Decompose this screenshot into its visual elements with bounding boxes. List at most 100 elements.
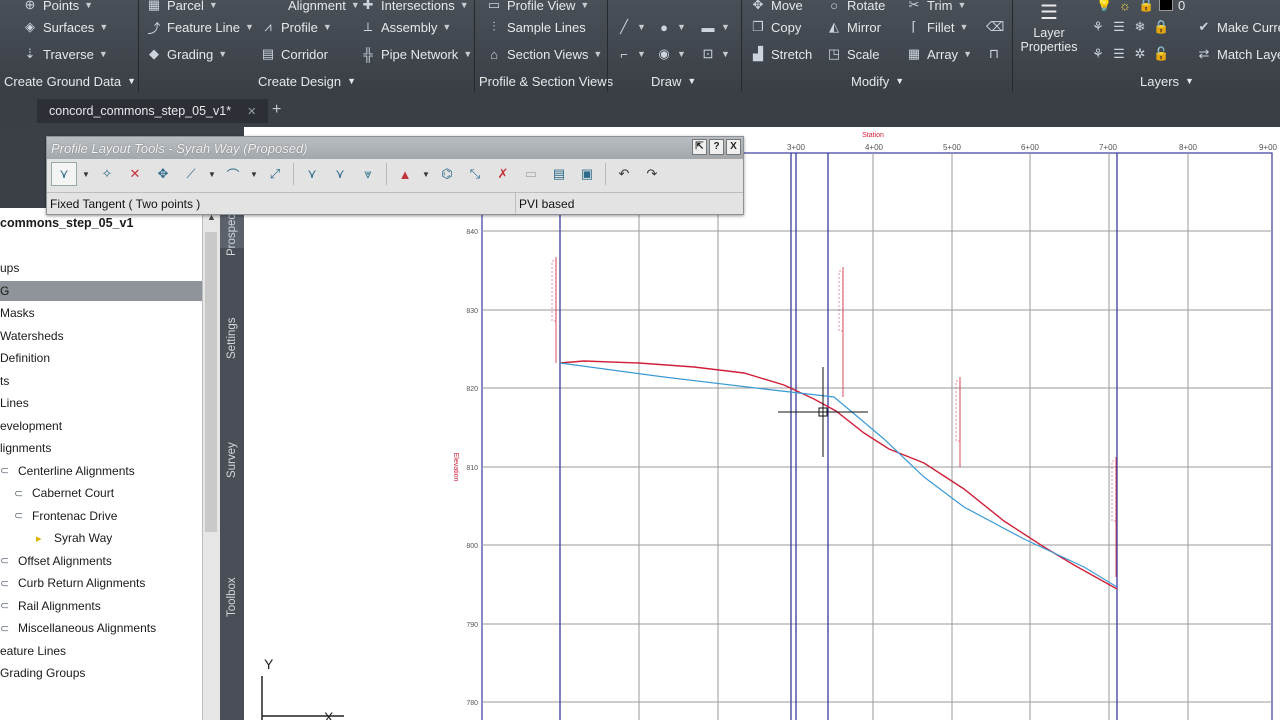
traverse-button[interactable]: ⇣ Traverse ▼ (22, 43, 108, 65)
redo-icon[interactable]: ↷ (640, 163, 664, 185)
pipe-network-button[interactable]: ╬ Pipe Network ▼ (360, 43, 472, 65)
raise-lower-pvis-icon[interactable]: ▲ (393, 163, 417, 185)
tree-item[interactable]: eature Lines (0, 641, 66, 661)
pvi-mode-status[interactable]: PVI based (516, 192, 743, 214)
chevron-down-icon[interactable]: ▼ (249, 163, 259, 185)
layer-properties-button[interactable]: ☰ Layer Properties (1018, 0, 1080, 66)
sample-lines-button[interactable]: ⫶ Sample Lines (486, 16, 585, 38)
match-layer-button[interactable]: ⇄ Match Laye (1196, 43, 1280, 65)
chevron-down-icon[interactable]: ▼ (421, 163, 431, 185)
scroll-thumb[interactable] (205, 232, 217, 532)
profile-grid-view-icon[interactable]: ⤡ (463, 163, 487, 185)
fixed-tangent-icon[interactable]: ⟋ (179, 163, 203, 185)
tree-scrollbar[interactable]: ▲ (202, 208, 220, 720)
layer-isolate-icon[interactable]: ⚘ (1090, 19, 1106, 35)
drawing-title[interactable]: commons_step_05_v1 (0, 213, 133, 233)
array-button[interactable]: ▦ Array ▼ (906, 43, 972, 65)
tree-item[interactable]: ▸ Syrah Way (0, 528, 112, 548)
tree-item[interactable]: Masks (0, 303, 35, 323)
tree-item[interactable]: Grading Groups (0, 663, 85, 683)
fixed-vertical-curve-icon[interactable]: ⌒ (221, 163, 245, 185)
draw-tangents-icon[interactable]: ⋎ (51, 162, 77, 186)
document-tab[interactable]: concord_commons_step_05_v1* ✕ (37, 99, 269, 123)
tree-item[interactable]: ups (0, 258, 19, 278)
modify-panel[interactable]: Modify ▼ (851, 71, 904, 91)
tree-item[interactable]: ⊂ Frontenac Drive (0, 506, 117, 526)
grading-button[interactable]: ◆ Grading ▼ (146, 43, 227, 65)
chevron-down-icon[interactable]: ▼ (207, 163, 217, 185)
close-icon[interactable]: ✕ (247, 105, 256, 118)
tab-toolbox[interactable]: Toolbox (220, 522, 244, 672)
layer-lock-icon[interactable]: 🔒 (1153, 19, 1169, 35)
surfaces-button[interactable]: ◈ Surfaces ▼ (22, 16, 108, 38)
layer-off-icon[interactable]: ☰ (1111, 19, 1127, 35)
rotate-button[interactable]: ○ Rotate (826, 0, 885, 16)
help-button[interactable]: ? (709, 139, 724, 155)
tab-settings[interactable]: Settings (220, 278, 244, 398)
rectangle-button[interactable]: ▬ ▼ (700, 16, 730, 38)
section-views-button[interactable]: ⌂ Section Views ▼ (486, 43, 602, 65)
tree-item[interactable]: ⊂ Miscellaneous Alignments (0, 618, 156, 638)
tree-item[interactable]: evelopment (0, 416, 62, 436)
boundary-button[interactable]: ⊡ ▼ (700, 43, 730, 65)
drawing-canvas[interactable]: 3+00 4+00 5+00 6+00 7+00 8+00 9+00 Station 840 83… (244, 127, 1280, 720)
parcel-button[interactable]: ▦ Parcel ▼ (146, 0, 218, 16)
trim-button[interactable]: ✂ Trim ▼ (906, 0, 967, 16)
profile-section-views-panel[interactable]: Profile & Section Views (479, 71, 613, 91)
convert-autocad-line-icon[interactable]: ⤢ (263, 163, 287, 185)
layer-dropdown[interactable]: 💡 ☼ 🔒 0 (1096, 0, 1185, 16)
delete-sub-entity-icon[interactable]: ✗ (491, 163, 515, 185)
tree-item[interactable]: Lines (0, 393, 29, 413)
layer-thaw-icon[interactable]: ✲ (1132, 46, 1148, 62)
tree-item[interactable]: ⊂ Rail Alignments (0, 596, 101, 616)
profile-properties-icon[interactable]: ▤ (547, 163, 571, 185)
mirror-button[interactable]: ◭ Mirror (826, 16, 881, 38)
move-button[interactable]: ✥ Move (750, 0, 803, 16)
close-button[interactable]: X (726, 139, 741, 155)
insert-pvi-icon[interactable]: ✧ (95, 163, 119, 185)
profile-view-button[interactable]: ▭ Profile View ▼ (486, 0, 589, 16)
sub-entity-editor-icon[interactable]: ▭ (519, 163, 543, 185)
hatch-button[interactable]: ◉ ▼ (656, 43, 686, 65)
create-design-panel[interactable]: Create Design ▼ (258, 71, 356, 91)
tree-item[interactable]: ⊂ Cabernet Court (0, 483, 114, 503)
delete-pvi-icon[interactable]: ✕ (123, 163, 147, 185)
layer-unlock-icon[interactable]: 🔓 (1153, 46, 1169, 62)
tab-survey[interactable]: Survey (220, 400, 244, 520)
assembly-button[interactable]: ⟂ Assembly ▼ (360, 16, 452, 38)
pin-button[interactable]: ⇱ (692, 139, 707, 155)
polyline-button[interactable]: ⌐ ▼ (616, 43, 646, 65)
stretch-button[interactable]: ▟ Stretch (750, 43, 812, 65)
profile-view[interactable]: 3+00 4+00 5+00 6+00 7+00 8+00 9+00 Station 840 83… (244, 127, 1280, 720)
edit-best-fit-icon[interactable]: ⩔ (356, 163, 380, 185)
tree-item[interactable]: ⊂ Curb Return Alignments (0, 573, 145, 593)
draw-panel[interactable]: Draw ▼ (651, 71, 696, 91)
new-tab-button[interactable]: + (272, 101, 281, 119)
undo-icon[interactable]: ↶ (612, 163, 636, 185)
tree-item[interactable]: ⊂ Centerline Alignments (0, 461, 135, 481)
tree-item[interactable]: Watersheds (0, 326, 64, 346)
tree-item[interactable]: ts (0, 371, 9, 391)
layer-on-icon[interactable]: ☰ (1111, 46, 1127, 62)
points-button[interactable]: ⊕ Points ▼ (22, 0, 94, 16)
layer-unisolate-icon[interactable]: ⚘ (1090, 46, 1106, 62)
layer-freeze-icon[interactable]: ❄ (1132, 19, 1148, 35)
profile-button[interactable]: ⩘ Profile ▼ (260, 16, 331, 38)
tree-item[interactable]: Definition (0, 348, 50, 368)
intersections-button[interactable]: ✚ Intersections ▼ (360, 0, 469, 16)
offset-button[interactable]: ⊓ (986, 43, 1002, 65)
move-pvi-icon[interactable]: ✥ (151, 163, 175, 185)
insert-entity-icon[interactable]: ⋎ (300, 163, 324, 185)
create-ground-data-panel[interactable]: Create Ground Data ▼ (4, 71, 136, 91)
feature-line-button[interactable]: ⤴ Feature Line ▼ (146, 16, 253, 38)
chevron-down-icon[interactable]: ▼ (81, 163, 91, 185)
tree-item[interactable]: ⊂ Offset Alignments (0, 551, 112, 571)
tree-item[interactable]: G (0, 280, 202, 301)
scale-button[interactable]: ◳ Scale (826, 43, 880, 65)
fillet-button[interactable]: ⌈ Fillet ▼ (906, 16, 968, 38)
circle-button[interactable]: ● ▼ (656, 16, 686, 38)
profile-layout-tools-title[interactable]: Profile Layout Tools - Syrah Way (Propos… (47, 137, 743, 159)
make-current-button[interactable]: ✔ Make Curre (1196, 16, 1280, 38)
profile-grid-icon[interactable]: ▣ (575, 163, 599, 185)
corridor-button[interactable]: ▤ Corridor (260, 43, 328, 65)
